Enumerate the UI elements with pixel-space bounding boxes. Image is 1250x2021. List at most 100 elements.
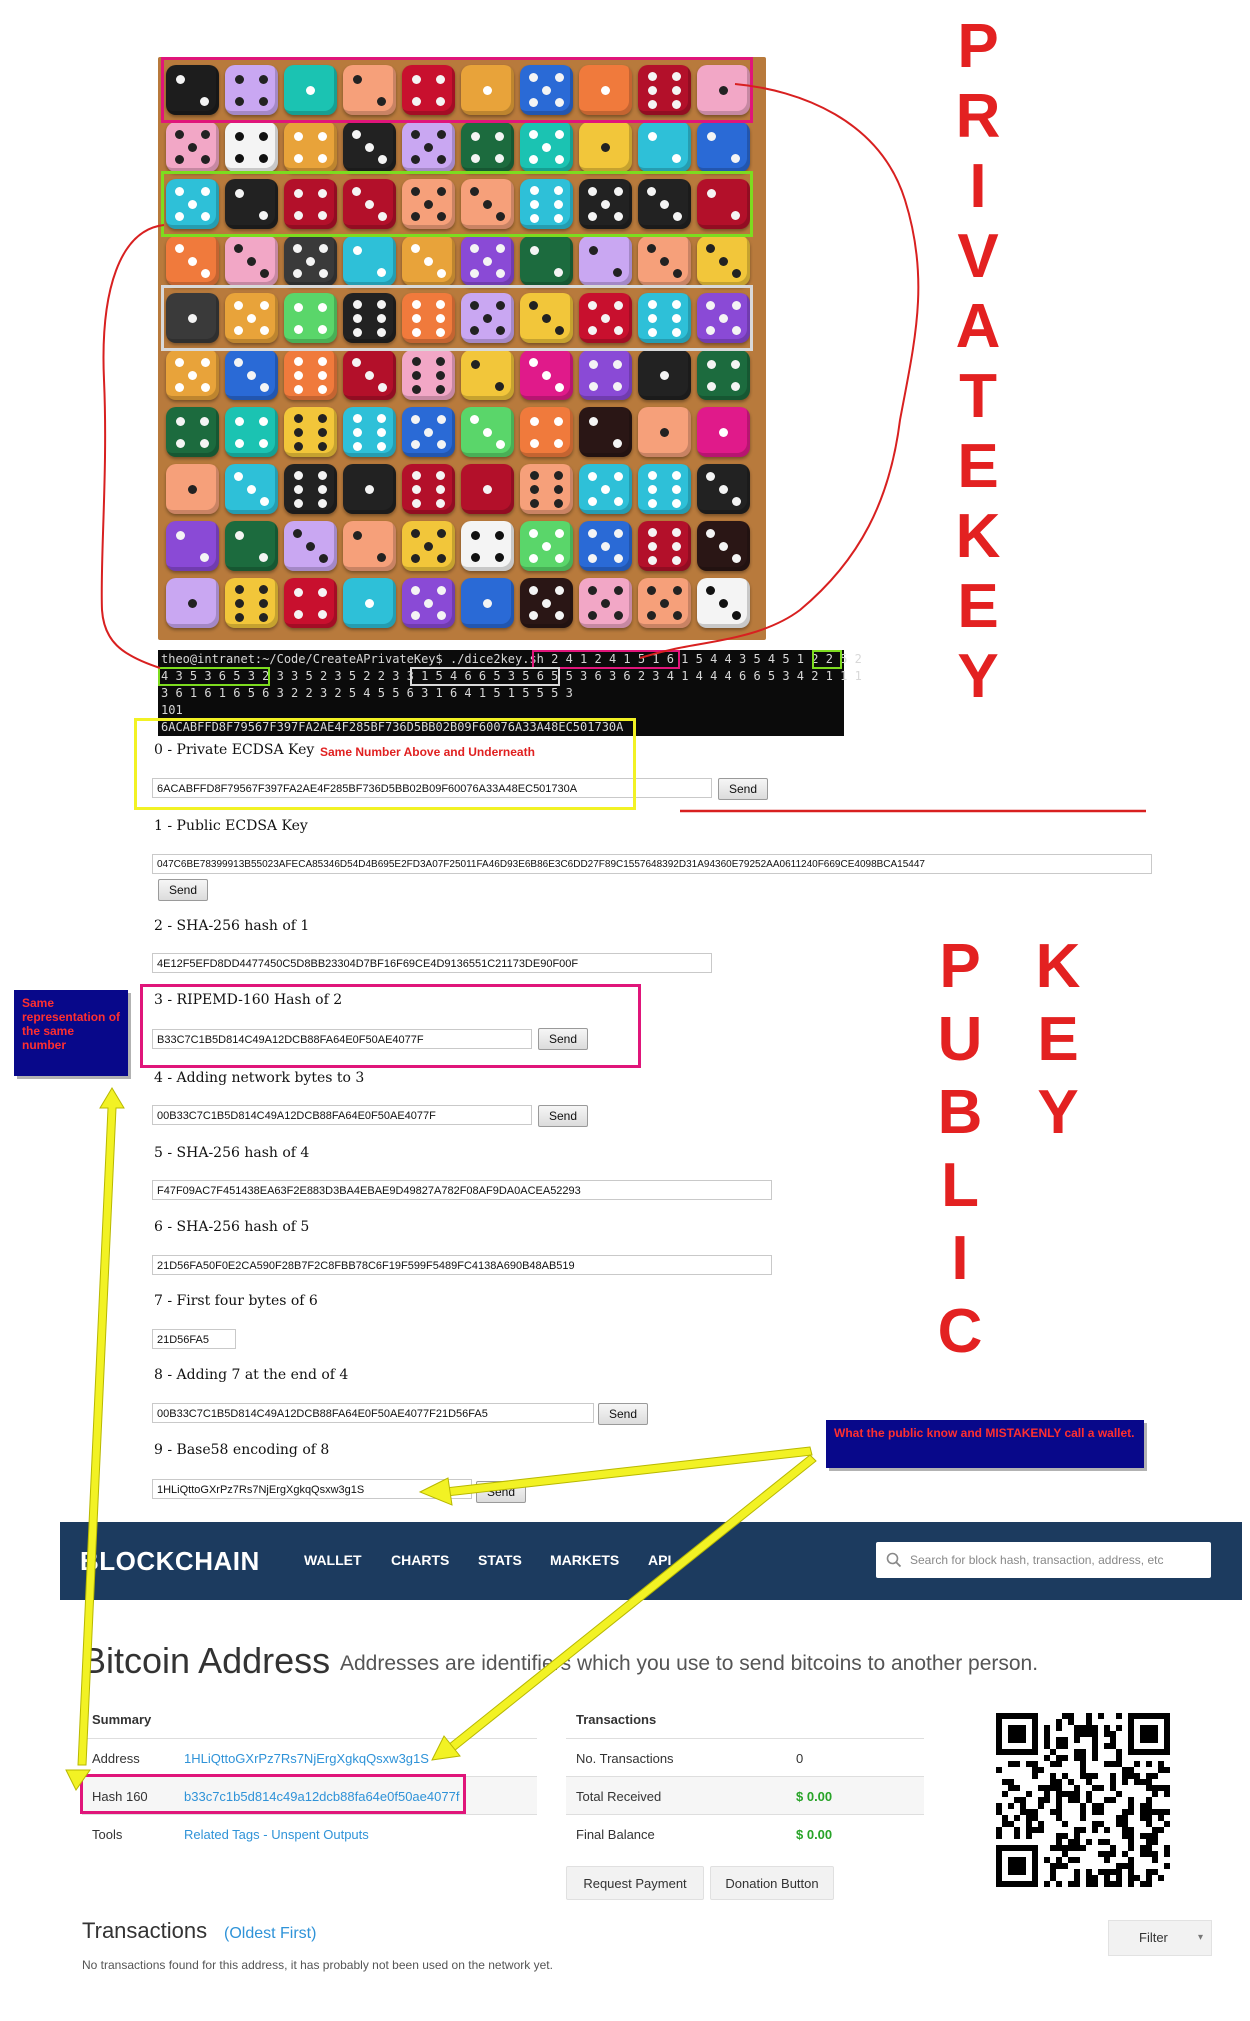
unspent-outputs-link[interactable]: Unspent Outputs: [271, 1827, 369, 1842]
qr-module: [1062, 1845, 1068, 1851]
die: [343, 521, 396, 571]
qr-module: [1068, 1845, 1074, 1851]
qr-module: [1008, 1725, 1014, 1731]
qr-module: [1122, 1809, 1128, 1815]
qr-module: [1050, 1863, 1056, 1869]
die-pip: [542, 541, 551, 551]
qr-module: [1062, 1755, 1068, 1761]
address-link[interactable]: 1HLiQttoGXrPz7Rs7NjErgXgkqQsxw3g1S: [184, 1751, 429, 1766]
qr-module: [1116, 1713, 1122, 1719]
qr-module: [1020, 1881, 1026, 1887]
qr-module: [1158, 1875, 1164, 1881]
qr-module: [1008, 1857, 1014, 1863]
qr-module: [1020, 1713, 1026, 1719]
die-pip: [587, 497, 597, 506]
qr-module: [996, 1845, 1002, 1851]
die-pip: [555, 383, 565, 392]
die-pip: [410, 155, 420, 164]
terminal-highlight-green-2: [158, 667, 270, 686]
qr-module: [1020, 1725, 1026, 1731]
die-pip: [410, 611, 420, 620]
filter-dropdown[interactable]: Filter ▾: [1108, 1920, 1212, 1956]
nav-markets[interactable]: MARKETS: [550, 1552, 619, 1568]
qr-module: [1128, 1737, 1134, 1743]
die-pip: [353, 427, 363, 437]
die-pip: [707, 131, 717, 141]
die-pip: [319, 554, 329, 563]
network-bytes-field[interactable]: 00B33C7C1B5D814C49A12DCB88FA64E0F50AE407…: [152, 1105, 532, 1125]
qr-module: [1128, 1797, 1134, 1803]
nav-stats[interactable]: STATS: [478, 1552, 522, 1568]
die-pip: [258, 438, 268, 448]
nav-api[interactable]: API: [648, 1552, 671, 1568]
qr-module: [1020, 1731, 1026, 1737]
send-button-step-1[interactable]: Send: [158, 879, 209, 901]
search-input[interactable]: Search for block hash, transaction, addr…: [876, 1542, 1211, 1578]
nav-charts[interactable]: CHARTS: [391, 1552, 449, 1568]
die: [638, 407, 691, 457]
qr-module: [1122, 1863, 1128, 1869]
qr-module: [1074, 1725, 1080, 1731]
oldest-first-link[interactable]: (Oldest First): [224, 1925, 316, 1943]
qr-code-image: [996, 1713, 1170, 1887]
die-pip: [494, 153, 504, 163]
public-wallet-note: What the public know and MISTAKENLY call…: [826, 1420, 1144, 1468]
qr-module: [1128, 1749, 1134, 1755]
checksum-field[interactable]: 21D56FA5: [152, 1329, 236, 1349]
die-pip: [587, 472, 597, 481]
qr-module: [1146, 1785, 1152, 1791]
sha256-1-field[interactable]: 4E12F5EFD8DD4477450C5D8BB23304D7BF16F69C…: [152, 953, 712, 973]
qr-module: [1140, 1713, 1146, 1719]
donation-button[interactable]: Donation Button: [710, 1866, 834, 1900]
qr-module: [1140, 1779, 1146, 1785]
die-pip: [235, 416, 245, 426]
blockchain-logo[interactable]: BLOCKCHAIN: [80, 1546, 260, 1577]
sha256-4-field[interactable]: F47F09AC7F451438EA63F2E883D3BA4EBAE9D498…: [152, 1180, 772, 1200]
private-key-letter: I: [969, 152, 987, 221]
qr-module: [1074, 1845, 1080, 1851]
die-pip: [306, 541, 315, 551]
send-button-step-8[interactable]: Send: [598, 1403, 649, 1425]
public-key-field[interactable]: 047C6BE78399913B55023AFECA85346D54D4B695…: [152, 854, 1152, 874]
request-payment-button[interactable]: Request Payment: [566, 1866, 704, 1900]
terminal-dice-seq-g: 5 3 6 3 6 2 3 4 1 4 4 4 6 6 5 3 4 2 1 1 …: [558, 669, 862, 683]
qr-module: [1110, 1773, 1116, 1779]
qr-module: [1104, 1797, 1110, 1803]
qr-module: [1080, 1809, 1086, 1815]
qr-module: [1110, 1743, 1116, 1749]
send-button-step-4[interactable]: Send: [538, 1105, 589, 1127]
qr-module: [1158, 1713, 1164, 1719]
qr-module: [1140, 1731, 1146, 1737]
base58-address-field[interactable]: 1HLiQttoGXrPz7Rs7NjErgXgkqQsxw3g1S: [152, 1479, 472, 1499]
qr-module: [1086, 1779, 1092, 1785]
die-pip: [732, 497, 742, 506]
send-button-step-0[interactable]: Send: [718, 778, 769, 800]
die-pip: [376, 267, 386, 277]
transactions-title: Transactions: [82, 1918, 208, 1943]
related-tags-link[interactable]: Related Tags: [184, 1827, 260, 1842]
qr-module: [1104, 1761, 1110, 1767]
sha256-5-field[interactable]: 21D56FA50F0E2CA590F28B7F2C8FBB78C6F19F59…: [152, 1255, 772, 1275]
die-pip: [201, 269, 211, 278]
terminal-dice-seq-e: 3 3 5 2 3 5 2 2 3 3: [269, 669, 422, 683]
address-bytes-field[interactable]: 00B33C7C1B5D814C49A12DCB88FA64E0F50AE407…: [152, 1403, 594, 1423]
qr-module: [1092, 1875, 1098, 1881]
die-pip: [365, 142, 374, 152]
qr-module: [1044, 1881, 1050, 1887]
die-pip: [435, 356, 445, 366]
qr-module: [1074, 1749, 1080, 1755]
die-pip: [317, 131, 327, 141]
die-pip: [353, 530, 363, 540]
private-key-letter: V: [957, 222, 999, 291]
qr-module: [1116, 1869, 1122, 1875]
qr-module: [1140, 1851, 1146, 1857]
qr-module: [1128, 1773, 1134, 1779]
nav-wallet[interactable]: WALLET: [304, 1552, 362, 1568]
dice-row: [166, 521, 756, 571]
die: [638, 236, 691, 286]
send-button-step-9[interactable]: Send: [476, 1481, 527, 1503]
die-pip: [260, 497, 270, 506]
qr-module: [1032, 1845, 1038, 1851]
qr-module: [1146, 1851, 1152, 1857]
die: [225, 464, 278, 514]
